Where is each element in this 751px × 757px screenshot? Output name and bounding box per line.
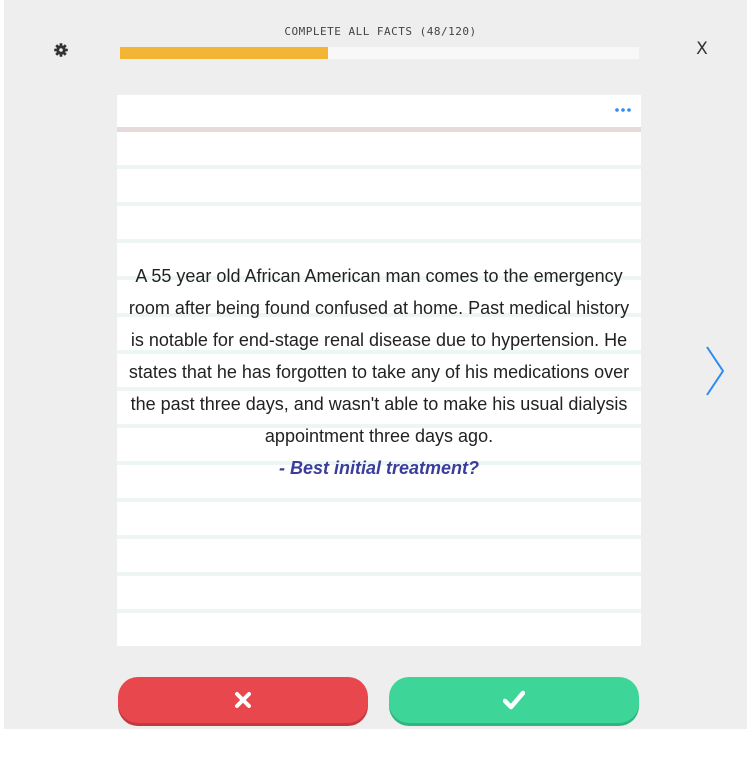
flashcard: A 55 year old African American man comes… <box>117 95 641 646</box>
progress-label: COMPLETE ALL FACTS (48/120) <box>284 25 477 38</box>
progress-bar <box>120 47 639 59</box>
flashcard-app: COMPLETE ALL FACTS (48/120) X A 55 year … <box>4 0 747 729</box>
ellipsis-icon[interactable] <box>613 103 633 117</box>
gear-icon[interactable] <box>53 42 69 58</box>
wrong-answer-button[interactable] <box>118 677 368 723</box>
chevron-right-icon[interactable] <box>704 344 726 398</box>
x-mark-icon <box>235 692 251 708</box>
check-mark-icon <box>503 690 525 710</box>
correct-answer-button[interactable] <box>389 677 639 723</box>
card-content: A 55 year old African American man comes… <box>125 260 633 484</box>
progress-bar-fill <box>120 47 328 59</box>
card-question: - Best initial treatment? <box>278 458 480 478</box>
close-icon[interactable]: X <box>692 39 712 59</box>
card-prompt-text: A 55 year old African American man comes… <box>128 266 630 446</box>
